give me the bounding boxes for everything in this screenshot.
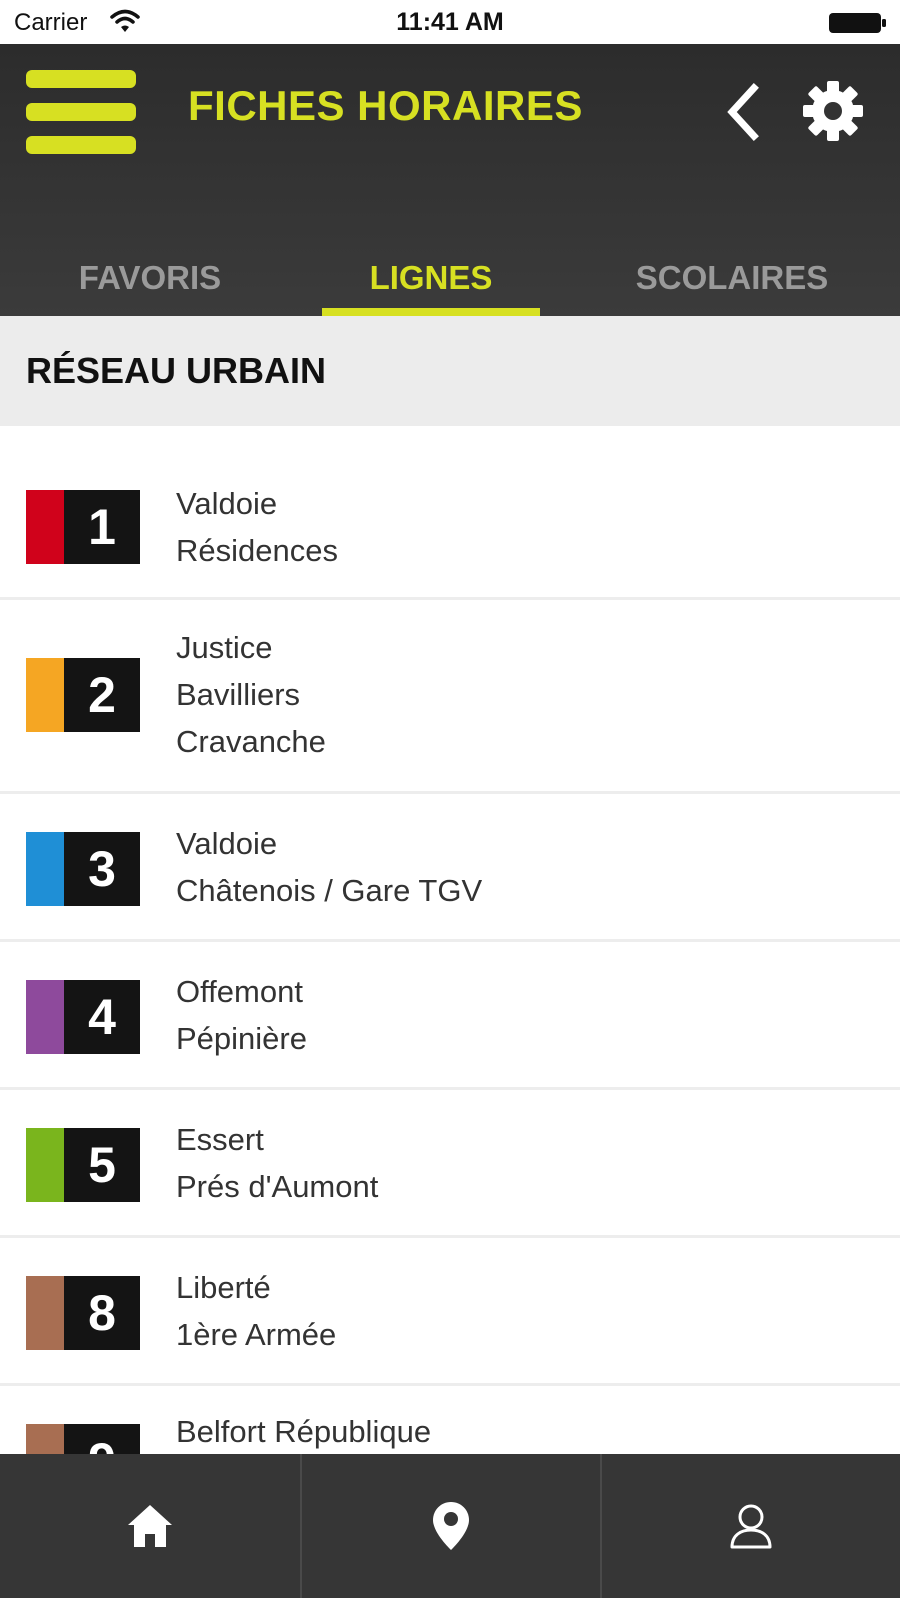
active-tab-indicator xyxy=(322,308,540,316)
tab-scolaires[interactable]: SCOLAIRES xyxy=(582,244,882,316)
stop-name: Châtenois / Gare TGV xyxy=(176,873,483,908)
line-stops: Liberté 1ère Armée xyxy=(176,1264,336,1358)
line-stops: Essert Prés d'Aumont xyxy=(176,1116,378,1210)
stop-name: Offemont xyxy=(176,974,303,1009)
lines-list[interactable]: 1 Valdoie Résidences 2 Justice Bavillier… xyxy=(0,426,900,1454)
line-row[interactable]: 1 Valdoie Résidences xyxy=(0,426,900,600)
tab-lignes[interactable]: LIGNES xyxy=(322,244,540,316)
status-time: 11:41 AM xyxy=(396,8,504,36)
line-number: 5 xyxy=(64,1128,140,1202)
home-icon xyxy=(128,1505,172,1547)
stop-name: Pépinière xyxy=(176,1021,307,1056)
user-icon xyxy=(730,1504,772,1549)
line-color-swatch xyxy=(26,1276,64,1350)
back-arrow-icon[interactable] xyxy=(720,82,764,142)
line-stops: Belfort République xyxy=(176,1408,431,1454)
line-color-swatch xyxy=(26,832,64,906)
status-bar: Carrier 11:41 AM xyxy=(0,0,900,44)
line-color-swatch xyxy=(26,658,64,732)
line-number: 2 xyxy=(64,658,140,732)
line-badge: 5 xyxy=(26,1128,140,1202)
section-title: RÉSEAU URBAIN xyxy=(26,350,327,391)
stop-name: Essert xyxy=(176,1122,264,1157)
line-badge: 4 xyxy=(26,980,140,1054)
tab-bar: FAVORIS LIGNES SCOLAIRES xyxy=(0,244,900,316)
nav-map[interactable] xyxy=(300,1454,600,1598)
nav-home[interactable] xyxy=(0,1454,300,1598)
line-color-swatch xyxy=(26,1128,64,1202)
line-stops: Offemont Pépinière xyxy=(176,968,307,1062)
line-color-swatch xyxy=(26,980,64,1054)
bottom-nav xyxy=(0,1454,900,1598)
line-stops: Justice Bavilliers Cravanche xyxy=(176,624,326,765)
line-number: 8 xyxy=(64,1276,140,1350)
line-row[interactable]: 8 Liberté 1ère Armée xyxy=(0,1238,900,1386)
stop-name: Valdoie xyxy=(176,826,278,861)
page-title: FICHES HORAIRES xyxy=(188,82,583,129)
line-row[interactable]: 5 Essert Prés d'Aumont xyxy=(0,1090,900,1238)
stop-name: 1ère Armée xyxy=(176,1317,337,1352)
line-number: 9 xyxy=(64,1424,140,1454)
line-row[interactable]: 4 Offemont Pépinière xyxy=(0,942,900,1090)
line-badge: 9 xyxy=(26,1424,140,1454)
line-row[interactable]: 3 Valdoie Châtenois / Gare TGV xyxy=(0,794,900,942)
line-row[interactable]: 9 Belfort République xyxy=(0,1386,900,1454)
map-pin-icon xyxy=(433,1502,469,1550)
line-stops: Valdoie Châtenois / Gare TGV xyxy=(176,820,482,914)
stop-name: Bavilliers xyxy=(176,677,301,712)
stop-name: Cravanche xyxy=(176,724,326,759)
stop-name: Belfort République xyxy=(176,1414,432,1449)
stop-name: Résidences xyxy=(176,533,338,568)
line-badge: 1 xyxy=(26,490,140,564)
line-badge: 8 xyxy=(26,1276,140,1350)
line-number: 1 xyxy=(64,490,140,564)
line-number: 3 xyxy=(64,832,140,906)
line-badge: 3 xyxy=(26,832,140,906)
tab-favoris[interactable]: FAVORIS xyxy=(0,244,300,316)
stop-name: Valdoie xyxy=(176,486,278,521)
stop-name: Prés d'Aumont xyxy=(176,1169,379,1204)
line-badge: 2 xyxy=(26,658,140,732)
line-number: 4 xyxy=(64,980,140,1054)
line-color-swatch xyxy=(26,1424,64,1454)
line-stops: Valdoie Résidences xyxy=(176,480,338,574)
menu-icon[interactable] xyxy=(26,70,136,154)
line-row[interactable]: 2 Justice Bavilliers Cravanche xyxy=(0,600,900,794)
stop-name: Liberté xyxy=(176,1270,271,1305)
section-header: RÉSEAU URBAIN xyxy=(0,316,900,426)
nav-account[interactable] xyxy=(600,1454,900,1598)
stop-name: Justice xyxy=(176,630,273,665)
battery-icon xyxy=(829,13,886,33)
app-header: FICHES HORAIRES FAVORIS LIGNES SCOLAIRES xyxy=(0,44,900,316)
gear-icon[interactable] xyxy=(802,80,864,142)
line-color-swatch xyxy=(26,490,64,564)
